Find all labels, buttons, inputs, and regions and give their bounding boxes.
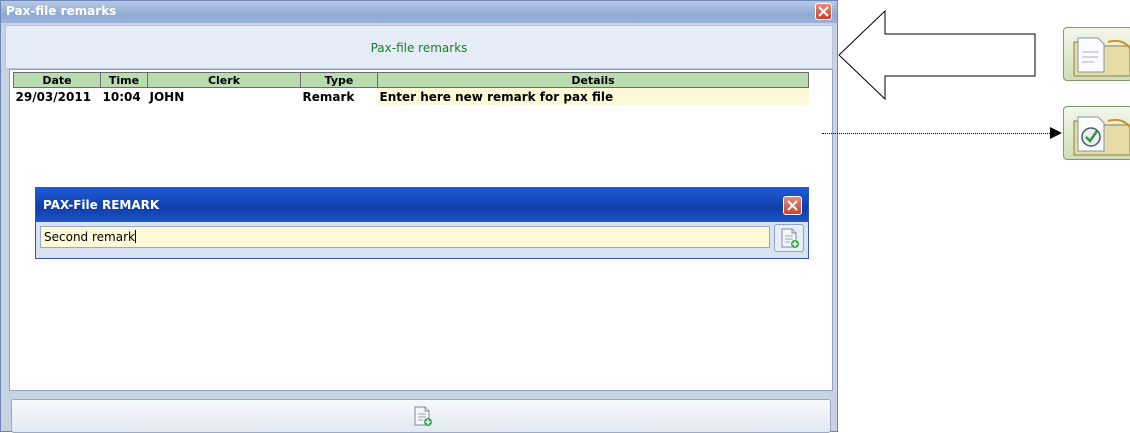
window-close-button[interactable]: [815, 3, 832, 20]
cell-details[interactable]: Enter here new remark for pax file: [377, 87, 809, 105]
remark-input-value: Second remark: [44, 230, 135, 244]
text-caret: [134, 230, 136, 243]
column-header-details[interactable]: Details: [377, 72, 809, 88]
dialog-title: PAX-File REMARK: [43, 198, 160, 212]
arrowhead-icon: [1050, 127, 1062, 139]
left-arrow-callout: [838, 10, 1036, 100]
cell-date[interactable]: 29/03/2011: [13, 87, 101, 105]
cell-type[interactable]: Remark: [300, 87, 378, 105]
confirm-remarks-button[interactable]: [1063, 106, 1130, 160]
folder-document-icon: [1073, 37, 1130, 77]
window-title: Pax-file remarks: [6, 4, 117, 18]
folder-check-icon: [1073, 116, 1130, 156]
close-icon: [818, 6, 829, 17]
dialog-close-button[interactable]: [783, 196, 802, 215]
close-icon: [787, 200, 798, 211]
column-header-clerk[interactable]: Clerk: [147, 72, 301, 88]
open-remarks-button[interactable]: [1063, 27, 1130, 81]
cell-clerk[interactable]: JOHN: [147, 87, 301, 105]
page-title: Pax-file remarks: [370, 41, 468, 55]
remark-input[interactable]: Second remark: [40, 226, 770, 248]
window-titlebar[interactable]: Pax-file remarks: [1, 1, 837, 23]
pax-file-remarks-window: Pax-file remarks Pax-file remarks Date T…: [0, 0, 838, 433]
column-header-time[interactable]: Time: [100, 72, 148, 88]
dotted-connector-line: [822, 133, 1052, 134]
save-remark-button[interactable]: [774, 224, 804, 252]
column-header-type[interactable]: Type: [300, 72, 378, 88]
document-add-icon: [781, 228, 799, 248]
column-header-date[interactable]: Date: [13, 72, 101, 88]
document-add-icon: [414, 406, 432, 426]
pax-file-remark-dialog: PAX-File REMARK Second remark: [35, 187, 809, 259]
header-band: Pax-file remarks: [5, 25, 833, 69]
remarks-table: Date Time Clerk Type Details 29/03/2011 …: [13, 72, 809, 105]
table-row[interactable]: 29/03/2011 10:04 JOHN Remark Enter here …: [13, 87, 809, 105]
dialog-titlebar[interactable]: PAX-File REMARK: [36, 188, 808, 222]
add-remark-button[interactable]: [11, 399, 831, 433]
cell-time[interactable]: 10:04: [100, 87, 148, 105]
